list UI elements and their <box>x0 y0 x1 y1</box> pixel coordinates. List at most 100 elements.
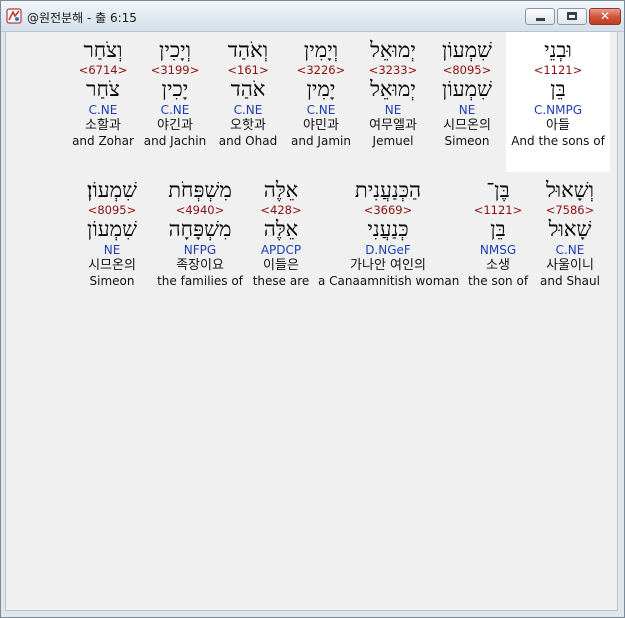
strong-number: <428> <box>260 203 302 217</box>
lemma: בֵּן <box>490 217 506 241</box>
hebrew-word: וְאֹהַד <box>227 38 269 62</box>
english-gloss: Simeon <box>89 274 135 288</box>
strong-number: <1121> <box>533 63 583 77</box>
morphology: NE <box>384 103 402 117</box>
korean-gloss: 소할과 <box>85 118 121 133</box>
lemma: יְמוּאֵל <box>370 77 416 101</box>
strong-number: <3199> <box>150 63 200 77</box>
strong-number: <8095> <box>442 63 492 77</box>
word-cell[interactable]: וְשָׁאוּל <7586> שָׁאוּל C.NE 사울이니 and S… <box>534 178 606 289</box>
window-bottom-border <box>5 611 622 617</box>
english-gloss: And the sons of <box>511 134 605 148</box>
hebrew-word: אֵלֶּה <box>263 178 299 202</box>
strong-number: <4940> <box>175 203 225 217</box>
morphology: D.NGeF <box>365 243 411 257</box>
strong-number: <1121> <box>473 203 523 217</box>
lemma: שִׁמְעוֹן <box>442 77 492 101</box>
strong-number: <7586> <box>545 203 595 217</box>
morphology: C.NE <box>555 243 585 257</box>
lemma: שָׁאוּל <box>548 217 592 241</box>
strong-number: <8095> <box>87 203 137 217</box>
english-gloss: Simeon <box>444 134 490 148</box>
hebrew-word: בֶּן־ <box>486 178 510 202</box>
morphology: NMSG <box>479 243 517 257</box>
korean-gloss: 여무엘과 <box>369 118 417 133</box>
english-gloss: and Zohar <box>72 134 134 148</box>
english-gloss: the son of <box>467 274 529 288</box>
morphology: NE <box>103 243 121 257</box>
word-cell[interactable]: אֵלֶּה <428> אֵלֶּה APDCP 이들은 these are <box>250 178 312 289</box>
korean-gloss: 오핫과 <box>230 118 266 133</box>
word-cell[interactable]: וְצֹחַר <6714> צֹחַר C.NE 소할과 and Zohar <box>70 32 136 149</box>
morphology: C.NE <box>306 103 336 117</box>
word-cell[interactable]: יְמוּאֵל <3233> יְמוּאֵל NE 여무엘과 Jemuel <box>358 32 428 149</box>
hebrew-word: וְצֹחַר <box>83 38 123 62</box>
morphology: APDCP <box>260 243 302 257</box>
korean-gloss: 가나안 여인의 <box>350 258 426 273</box>
morphology: NFPG <box>183 243 217 257</box>
word-cell[interactable]: מִשְׁפְּחֹת <4940> מִשְׁפָּחָה NFPG 족장이요… <box>156 178 244 289</box>
korean-gloss: 소생 <box>486 258 510 273</box>
strong-number: <3226> <box>296 63 346 77</box>
word-cell[interactable]: וְיָכִין <3199> יָכִין C.NE 야긴과 and Jach… <box>142 32 208 149</box>
lemma: אֵלֶּה <box>263 217 299 241</box>
close-button[interactable]: ✕ <box>589 8 621 25</box>
english-gloss: Jemuel <box>372 134 414 148</box>
morphology: C.NE <box>88 103 118 117</box>
word-cell[interactable]: בֶּן־ <1121> בֵּן NMSG 소생 the son of <box>464 178 532 289</box>
word-cell[interactable]: שִׁמְעוֹן׃ <8095> שִׁמְעוֹן NE 시므온의 Sime… <box>76 178 148 289</box>
lemma: בֵּן <box>550 77 566 101</box>
lemma: כְּנַעֲנִי <box>367 217 409 241</box>
maximize-button[interactable] <box>557 8 587 25</box>
word-cell[interactable]: וְאֹהַד <161> אֹהַד C.NE 오핫과 and Ohad <box>216 32 280 149</box>
hebrew-word: וְיָכִין <box>158 38 191 62</box>
hebrew-word: וּבְנֵי <box>544 38 572 62</box>
close-icon: ✕ <box>599 9 611 23</box>
word-cell[interactable]: וְיָמִין <3226> יָמִין C.NE 야민과 and Jami… <box>288 32 354 149</box>
hebrew-word: שִׁמְעוֹן׃ <box>87 178 137 202</box>
word-cell[interactable]: וּבְנֵי <1121> בֵּן C.NMPG 아들 And the so… <box>506 32 610 172</box>
lemma: יָכִין <box>161 77 189 101</box>
korean-gloss: 사울이니 <box>546 258 594 273</box>
korean-gloss: 야민과 <box>303 118 339 133</box>
korean-gloss: 시므온의 <box>88 258 136 273</box>
korean-gloss: 야긴과 <box>157 118 193 133</box>
interlinear-panel: וּבְנֵי <1121> בֵּן C.NMPG 아들 And the so… <box>5 31 618 611</box>
strong-number: <3233> <box>368 63 418 77</box>
korean-gloss: 시므온의 <box>443 118 491 133</box>
english-gloss: the families of <box>157 274 243 288</box>
lemma: אֹהַד <box>230 77 266 101</box>
morphology: C.NMPG <box>533 103 583 117</box>
korean-gloss: 족장이요 <box>176 258 224 273</box>
english-gloss: a Canaamnitish woman <box>318 274 460 288</box>
strong-number: <3669> <box>363 203 413 217</box>
english-gloss: these are <box>252 274 310 288</box>
word-cell[interactable]: שִׁמְעוֹן <8095> שִׁמְעוֹן NE 시므온의 Simeo… <box>432 32 502 149</box>
hebrew-word: וְיָמִין <box>303 38 339 62</box>
english-gloss: and Jamin <box>291 134 351 148</box>
minimize-button[interactable] <box>525 8 555 25</box>
minimize-icon <box>536 18 545 21</box>
english-gloss: and Shaul <box>540 274 600 288</box>
english-gloss: and Jachin <box>143 134 207 148</box>
hebrew-word: הַכְּנַעֲנִית <box>354 178 422 202</box>
strong-number: <161> <box>227 63 269 77</box>
lemma: מִשְׁפָּחָה <box>168 217 232 241</box>
app-window: @원전분해 - 출 6:15 ✕ וּבְנֵי <1121> בֵּן C.N… <box>0 0 625 618</box>
title-bar[interactable]: @원전분해 - 출 6:15 ✕ <box>1 1 624 32</box>
english-gloss: and Ohad <box>218 134 278 148</box>
morphology: NE <box>458 103 476 117</box>
lemma: שִׁמְעוֹן <box>87 217 137 241</box>
morphology: C.NE <box>160 103 190 117</box>
lemma: יָמִין <box>306 77 336 101</box>
korean-gloss: 아들 <box>546 118 570 133</box>
word-cell[interactable]: הַכְּנַעֲנִית <3669> כְּנַעֲנִי D.NGeF 가… <box>318 178 460 289</box>
hebrew-word: מִשְׁפְּחֹת <box>168 178 232 202</box>
korean-gloss: 이들은 <box>263 258 299 273</box>
hebrew-word: שִׁמְעוֹן <box>442 38 492 62</box>
strong-number: <6714> <box>78 63 128 77</box>
window-title: @원전분해 - 출 6:15 <box>27 11 137 25</box>
hebrew-word: וְשָׁאוּל <box>545 178 595 202</box>
app-icon <box>6 8 22 24</box>
maximize-icon <box>567 12 577 20</box>
